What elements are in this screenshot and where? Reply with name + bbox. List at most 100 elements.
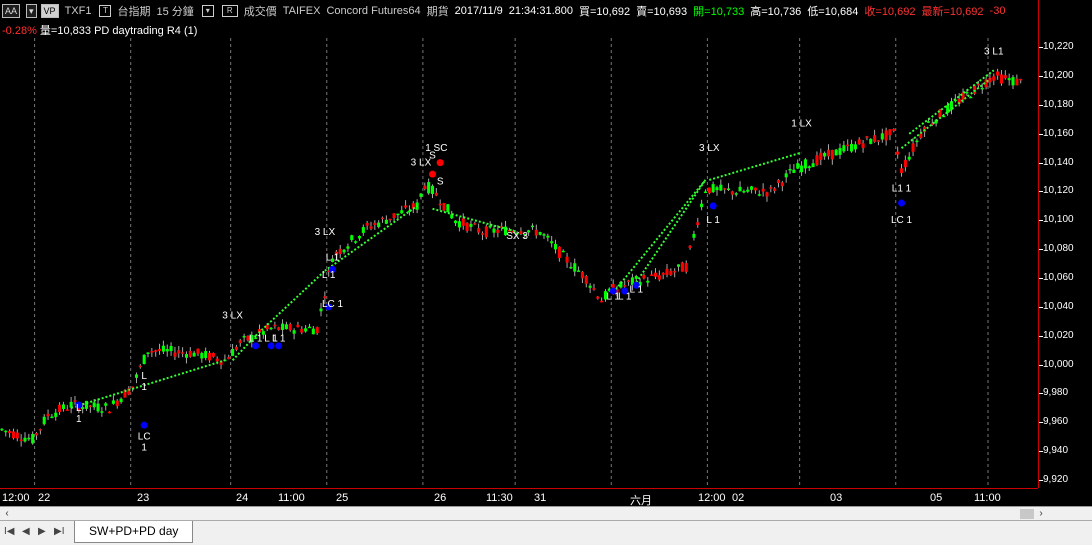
candle-body xyxy=(350,235,354,241)
candle-body xyxy=(4,430,8,433)
candle-body xyxy=(204,351,208,358)
time-tick-label: 12:00 xyxy=(2,492,30,504)
last-label: 最新=10,692 xyxy=(921,6,984,18)
candle-body xyxy=(492,228,496,233)
time-tick-label: 24 xyxy=(236,492,249,504)
time-tick-label: 23 xyxy=(137,492,150,504)
candle-body xyxy=(150,351,154,353)
time-tick-label: 22 xyxy=(38,492,51,504)
signal-label: 3 LX xyxy=(222,310,243,321)
candle-body xyxy=(200,353,204,359)
candle-body xyxy=(1015,78,1019,86)
candle-body xyxy=(888,129,892,136)
candle-body xyxy=(826,149,831,157)
scroll-left-icon[interactable]: ‹ xyxy=(0,507,14,521)
price-chart[interactable]: L1LC1L13 LXL 1L 1L 13 LXL 1L 1LC 13 LX1 … xyxy=(0,0,1038,488)
candle-body xyxy=(138,365,142,368)
interval-dropdown-icon[interactable]: ▾ xyxy=(201,5,214,17)
candle-body xyxy=(181,352,185,354)
candle-body xyxy=(1007,78,1011,81)
candle-body xyxy=(973,85,977,94)
candle-body xyxy=(726,188,731,190)
candle-body xyxy=(392,213,396,218)
price-tick-label: 10,060 xyxy=(1043,272,1074,284)
time-tick-label: 12:00 xyxy=(698,492,726,504)
symbol-label[interactable]: TXF1 xyxy=(65,5,92,17)
symbol-dropdown-icon[interactable]: T xyxy=(99,5,112,17)
high-label: 高=10,736 xyxy=(750,6,802,18)
entry-dot xyxy=(898,199,906,207)
candle-body xyxy=(473,223,477,225)
candle-body xyxy=(865,136,869,138)
candle-body xyxy=(430,185,435,194)
first-tab-icon[interactable]: I◀ xyxy=(4,526,14,537)
candle-body xyxy=(530,225,534,228)
candle-body xyxy=(296,324,300,328)
candle-body xyxy=(42,416,46,425)
candle-body xyxy=(892,129,896,131)
candle-body xyxy=(161,345,165,352)
candle-body xyxy=(765,192,769,197)
candle-body xyxy=(304,328,308,332)
price-tick-label: 10,040 xyxy=(1043,300,1074,312)
next-tab-icon[interactable]: ▶ xyxy=(38,526,46,537)
time-axis[interactable]: 12:00 22 23 24 11:00 25 26 11:30 31 六月 12:00 02 03 05… xyxy=(0,488,1038,507)
candle-body xyxy=(400,210,404,214)
scroll-thumb[interactable] xyxy=(1020,509,1034,519)
candle-body xyxy=(907,156,911,160)
candle-body xyxy=(553,243,558,250)
candle-body xyxy=(557,246,561,259)
candle-body xyxy=(796,163,800,169)
candle-body xyxy=(154,350,158,352)
candle-body xyxy=(830,149,834,160)
candle-body xyxy=(238,340,242,344)
candle-body xyxy=(992,76,996,81)
signal-label: 3 L1 xyxy=(984,46,1004,57)
candle-body xyxy=(215,358,219,362)
chart-area[interactable]: L 1 LC 1 L 1 3 LX L 1L 1L 13 LX L 1L 1 LC 13 LX 1 … xyxy=(0,0,1038,488)
candle-body xyxy=(88,405,92,408)
candle-body xyxy=(988,77,992,83)
vp-button[interactable]: VP xyxy=(40,4,59,18)
candle-body xyxy=(454,220,458,224)
candle-body xyxy=(100,411,104,413)
candle-body xyxy=(1011,77,1015,86)
signal-sub-label: 1 xyxy=(141,443,147,454)
candle-body xyxy=(496,229,500,233)
candle-body xyxy=(688,245,692,248)
candle-body xyxy=(92,402,96,408)
interval-label[interactable]: 15 分鐘 xyxy=(156,3,193,19)
candle-body xyxy=(834,149,838,156)
candle-body xyxy=(823,152,827,157)
candle-body xyxy=(592,288,596,290)
candle-body xyxy=(354,241,358,243)
date-label: 2017/11/9 xyxy=(454,5,503,17)
candle-body xyxy=(876,140,880,142)
candle-body xyxy=(869,138,873,144)
candle-body xyxy=(446,204,450,213)
candle-body xyxy=(158,349,162,351)
ask-label: 賣=10,693 xyxy=(636,6,688,18)
candle-body xyxy=(438,203,442,206)
time-tick-label: 02 xyxy=(732,492,745,504)
aa-button[interactable]: AA xyxy=(2,4,21,18)
aa-dropdown-icon[interactable]: ▾ xyxy=(26,4,37,18)
candle-body xyxy=(577,270,581,272)
candle-body xyxy=(653,272,658,277)
prev-tab-icon[interactable]: ◀ xyxy=(22,526,30,537)
candle-body xyxy=(550,241,554,244)
candle-body xyxy=(811,163,815,168)
candle-body xyxy=(477,228,481,233)
horizontal-scrollbar[interactable]: ‹ › xyxy=(0,506,1092,521)
price-axis[interactable]: 10,220 10,200 10,180 10,160 10,140 10,120 10,1… xyxy=(1038,0,1092,488)
last-tab-icon[interactable]: ▶I xyxy=(54,526,64,537)
candle-body xyxy=(627,280,631,282)
candle-body xyxy=(104,403,108,406)
price-type-dropdown-icon[interactable]: R xyxy=(221,5,238,17)
candle-body xyxy=(730,191,734,195)
entry-dot xyxy=(709,202,717,210)
candle-body xyxy=(538,232,542,235)
tab-sw-pd-pd-day[interactable]: SW+PD+PD day xyxy=(74,521,194,543)
candle-body xyxy=(284,324,288,330)
scroll-right-icon[interactable]: › xyxy=(1034,507,1048,521)
